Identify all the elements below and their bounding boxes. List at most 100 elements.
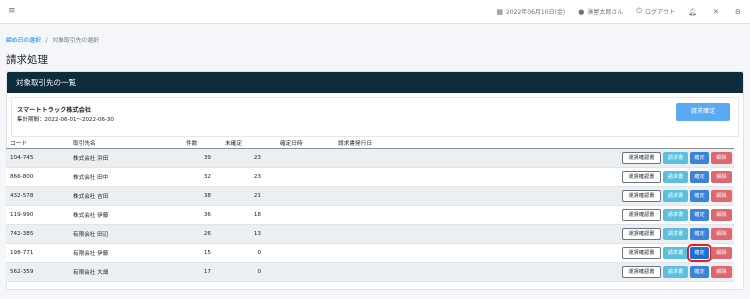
date-text: 2022年06月10日(金) — [506, 9, 566, 16]
confirm-button[interactable]: 確定 — [687, 243, 712, 262]
header-name: 取引先名 — [73, 137, 168, 149]
detail-button[interactable]: 運賃確認書 — [622, 208, 661, 221]
breadcrumb: 締め日の選択 / 対象取引先の選択 — [6, 35, 99, 44]
table-row: 432-578 株式会社 吉田 38 21 運賃確認書 請求書 確定 解除 — [6, 186, 734, 206]
row-actions: 運賃確認書 請求書 確定 解除 — [578, 151, 734, 164]
table-row: 742-385 有限会社 田辺 26 13 運賃確認書 請求書 確定 解除 — [6, 224, 734, 244]
cell-issue-date — [338, 243, 578, 263]
cell-issue-date — [338, 205, 578, 225]
confirm-button[interactable]: 確定 — [690, 151, 709, 164]
cell-name: 有限会社 田辺 — [73, 224, 168, 244]
cell-actions: 運賃確認書 請求書 確定 解除 — [578, 243, 734, 263]
header-issue-date: 請求書発行日 — [338, 137, 578, 149]
cell-count: 17 — [168, 262, 218, 282]
invoice-button[interactable]: 請求書 — [663, 246, 688, 259]
page-title: 請求処理 — [6, 54, 48, 66]
cancel-button[interactable]: 解除 — [711, 208, 732, 221]
header-actions — [578, 137, 734, 149]
cell-confirmed-at — [268, 205, 338, 225]
user-menu[interactable]: ● 湊屋太郎さん — [578, 7, 624, 17]
invoice-button[interactable]: 請求書 — [663, 265, 688, 278]
cell-actions: 運賃確認書 請求書 確定 解除 — [578, 186, 734, 206]
cell-code: 866-800 — [6, 167, 73, 187]
table-row: 104-745 株式会社 浜田 39 23 運賃確認書 請求書 確定 解除 — [6, 148, 734, 168]
confirm-button[interactable]: 確定 — [690, 265, 709, 278]
cell-actions: 運賃確認書 請求書 確定 解除 — [578, 205, 734, 225]
invoice-button[interactable]: 請求書 — [663, 170, 688, 183]
date-display: ▦ 2022年06月10日(金) — [496, 7, 566, 17]
detail-button[interactable]: 運賃確認書 — [622, 189, 661, 202]
cell-confirmed-at — [268, 148, 338, 168]
table-row: 866-800 株式会社 田中 32 23 運賃確認書 請求書 確定 解除 — [6, 167, 734, 187]
cell-code: 198-771 — [6, 243, 73, 263]
cell-count: 32 — [168, 167, 218, 187]
cancel-button[interactable]: 解除 — [711, 170, 732, 183]
detail-button[interactable]: 運賃確認書 — [622, 170, 661, 183]
table-row: 562-359 有限会社 大畑 17 0 運賃確認書 請求書 確定 解除 — [6, 262, 734, 282]
cell-unconfirmed: 21 — [218, 186, 268, 206]
cell-confirmed-at — [268, 243, 338, 263]
cell-unconfirmed: 0 — [218, 243, 268, 263]
confirm-button[interactable]: 確定 — [690, 170, 709, 183]
cell-issue-date — [338, 262, 578, 282]
table-row: 119-990 株式会社 伊藤 36 18 運賃確認書 請求書 確定 解除 — [6, 205, 734, 225]
cancel-button[interactable]: 解除 — [711, 265, 732, 278]
row-actions: 運賃確認書 請求書 確定 解除 — [578, 208, 734, 221]
confirm-all-button[interactable]: 請求確定 — [676, 103, 730, 121]
cell-actions: 運賃確認書 請求書 確定 解除 — [578, 262, 734, 282]
cell-count: 39 — [168, 148, 218, 168]
cell-confirmed-at — [268, 262, 338, 282]
breadcrumb-separator: / — [45, 38, 48, 44]
header-code: コード — [6, 137, 73, 149]
confirm-button[interactable]: 確定 — [690, 189, 709, 202]
table-row: 198-771 有限会社 伊藤 15 0 運賃確認書 請求書 確定 解除 — [6, 243, 734, 263]
gear-icon: ⚙ — [734, 7, 741, 16]
cell-actions: 運賃確認書 請求書 確定 解除 — [578, 167, 734, 187]
cell-unconfirmed: 13 — [218, 224, 268, 244]
breadcrumb-link-closing-date[interactable]: 締め日の選択 — [6, 38, 41, 44]
cell-issue-date — [338, 186, 578, 206]
header-unconfirmed: 未確定 — [218, 137, 268, 149]
company-name: スマートトラック株式会社 — [17, 107, 92, 114]
detail-button[interactable]: 運賃確認書 — [622, 246, 661, 259]
row-actions: 運賃確認書 請求書 確定 解除 — [578, 170, 734, 183]
detail-button[interactable]: 運賃確認書 — [622, 265, 661, 278]
client-table: コード 取引先名 件数 未確定 確定日時 請求書発行日 104-745 株式会社 … — [6, 137, 734, 282]
user-icon: ● — [578, 7, 585, 16]
breadcrumb-current: 対象取引先の選択 — [52, 38, 99, 44]
cancel-button[interactable]: 解除 — [711, 227, 732, 240]
confirm-button[interactable]: 確定 — [690, 208, 709, 221]
cell-code: 562-359 — [6, 262, 73, 282]
settings-button[interactable]: ⚙ — [735, 8, 744, 16]
menu-icon[interactable]: ≡ — [8, 6, 16, 16]
calendar-icon: ▦ — [496, 7, 504, 16]
top-navbar: ≡ ▦ 2022年06月10日(金) ● 湊屋太郎さん ⏻ ログアウト 🔔︎ ✕… — [0, 0, 750, 24]
cell-unconfirmed: 0 — [218, 262, 268, 282]
cancel-button[interactable]: 解除 — [711, 151, 732, 164]
cell-confirmed-at — [268, 224, 338, 244]
invoice-button[interactable]: 請求書 — [663, 151, 688, 164]
detail-button[interactable]: 運賃確認書 — [622, 227, 661, 240]
invoice-button[interactable]: 請求書 — [663, 189, 688, 202]
cancel-button[interactable]: 解除 — [711, 246, 732, 259]
cell-count: 38 — [168, 186, 218, 206]
invoice-button[interactable]: 請求書 — [663, 227, 688, 240]
notification-button[interactable]: 🔔︎ — [688, 8, 700, 16]
fullscreen-button[interactable]: ✕ — [713, 8, 722, 16]
cell-unconfirmed: 23 — [218, 167, 268, 187]
user-name: 湊屋太郎さん — [587, 9, 624, 16]
cancel-button[interactable]: 解除 — [711, 189, 732, 202]
logout-link[interactable]: ⏻ ログアウト — [636, 7, 675, 16]
header-count: 件数 — [168, 137, 218, 149]
cell-name: 株式会社 浜田 — [73, 148, 168, 168]
row-actions: 運賃確認書 請求書 確定 解除 — [578, 243, 734, 262]
company-summary-box: スマートトラック株式会社 集計期間：2022-06-01〜2022-06-30 … — [11, 97, 739, 137]
row-actions: 運賃確認書 請求書 確定 解除 — [578, 189, 734, 202]
detail-button[interactable]: 運賃確認書 — [622, 151, 661, 164]
cell-name: 株式会社 伊藤 — [73, 205, 168, 225]
confirm-button[interactable]: 確定 — [690, 227, 709, 240]
invoice-button[interactable]: 請求書 — [663, 208, 688, 221]
logout-label: ログアウト — [644, 9, 675, 16]
power-icon: ⏻ — [636, 7, 642, 15]
cell-issue-date — [338, 224, 578, 244]
